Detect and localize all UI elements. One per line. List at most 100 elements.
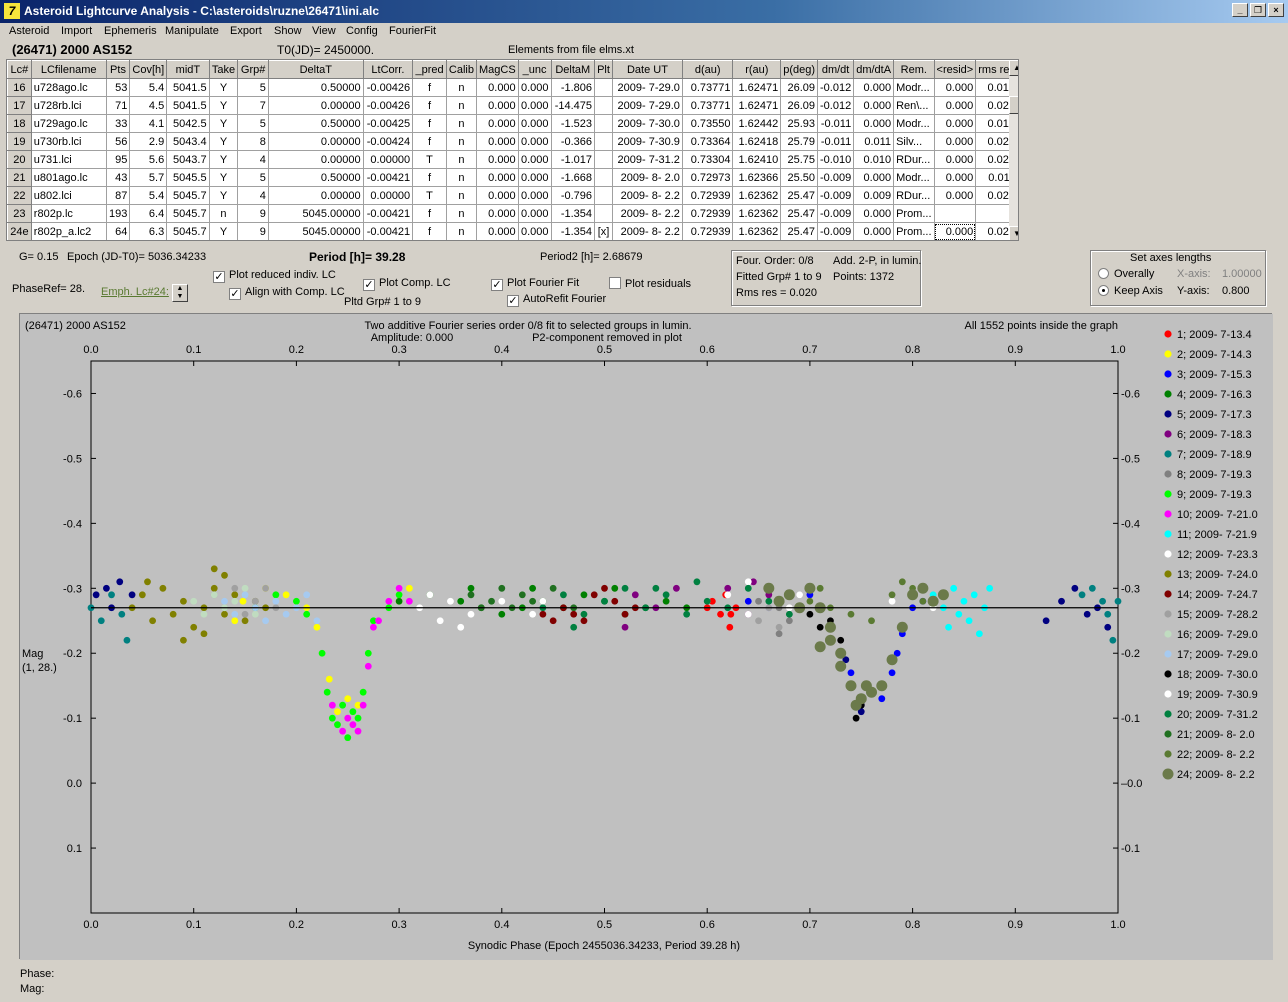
table-cell[interactable]: 26.09 — [780, 96, 818, 115]
table-cell[interactable]: 1.62362 — [732, 222, 782, 240]
table-cell[interactable]: 0.000 — [517, 168, 552, 187]
table-cell[interactable]: 18 — [7, 114, 32, 133]
table-cell[interactable]: 4 — [237, 186, 269, 205]
table-cell[interactable]: u728ago.lc — [30, 78, 107, 97]
table-cell[interactable]: 5041.5 — [166, 96, 210, 115]
table-cell[interactable]: 0.000 — [475, 186, 519, 205]
table-cell[interactable]: 2009- 7-30.9 — [611, 132, 683, 151]
table-cell[interactable]: 0.000 — [933, 96, 977, 115]
table-cell[interactable]: 0.000 — [933, 114, 977, 133]
table-cell[interactable] — [594, 186, 613, 205]
table-cell[interactable]: 0.50000 — [267, 114, 364, 133]
table-cell[interactable] — [594, 78, 613, 97]
table-cell[interactable]: 5.6 — [129, 150, 168, 169]
table-cell[interactable]: -0.00425 — [362, 114, 414, 133]
column-header[interactable]: DeltaT — [267, 60, 364, 79]
table-cell[interactable]: -0.00421 — [362, 168, 414, 187]
table-cell[interactable]: 19 — [7, 132, 32, 151]
table-cell[interactable]: 2009- 7-31.2 — [611, 150, 683, 169]
table-cell[interactable]: n — [445, 150, 477, 169]
table-cell[interactable]: 0.00000 — [362, 186, 414, 205]
table-cell[interactable]: 0.000 — [853, 204, 895, 223]
table-cell[interactable]: f — [412, 96, 447, 115]
table-cell[interactable]: -0.00426 — [362, 96, 414, 115]
emph-lc-spinner[interactable]: ▲ ▼ — [172, 284, 188, 302]
table-cell[interactable]: 1.62471 — [732, 78, 782, 97]
table-cell[interactable]: 0.73771 — [681, 78, 734, 97]
table-cell[interactable]: 25.47 — [780, 186, 818, 205]
column-header[interactable]: DeltaM — [550, 60, 596, 79]
table-cell[interactable]: 0.011 — [853, 132, 895, 151]
table-cell[interactable]: 6.3 — [129, 222, 168, 240]
table-cell[interactable]: Y — [208, 132, 239, 151]
table-cell[interactable]: 25.50 — [780, 168, 818, 187]
plotted-groups[interactable]: Pltd Grp# 1 to 9 — [344, 296, 421, 308]
table-cell[interactable]: 21 — [7, 168, 32, 187]
table-cell[interactable]: 2.9 — [129, 132, 168, 151]
table-cell[interactable]: 0.000 — [517, 78, 552, 97]
table-cell[interactable]: 2009- 7-29.0 — [611, 78, 683, 97]
table-cell[interactable]: -0.011 — [816, 114, 855, 133]
table-cell[interactable]: n — [208, 204, 239, 223]
minimize-button[interactable]: _ — [1232, 3, 1248, 17]
menu-ephemeris[interactable]: Ephemeris — [104, 25, 157, 37]
column-header[interactable]: Plt — [594, 60, 613, 79]
column-header[interactable]: Calib — [445, 60, 477, 79]
table-cell[interactable]: 0.000 — [475, 78, 519, 97]
table-cell[interactable]: 64 — [105, 222, 131, 240]
table-cell[interactable]: T — [412, 150, 447, 169]
table-cell[interactable]: -0.012 — [816, 96, 855, 115]
table-cell[interactable]: -0.00426 — [362, 78, 414, 97]
table-cell[interactable]: [x] — [594, 222, 613, 240]
lightcurve-plot[interactable]: (26471) 2000 AS152 Two additive Fourier … — [20, 314, 1273, 960]
table-cell[interactable]: 5041.5 — [166, 78, 210, 97]
table-cell[interactable]: Prom... — [893, 204, 935, 223]
table-cell[interactable]: 17 — [7, 96, 32, 115]
table-cell[interactable]: 2009- 8- 2.2 — [611, 204, 683, 223]
table-cell[interactable]: n — [445, 78, 477, 97]
table-cell[interactable]: 5043.4 — [166, 132, 210, 151]
table-cell[interactable]: 0.72939 — [681, 204, 734, 223]
table-cell[interactable]: f — [412, 204, 447, 223]
table-cell[interactable]: RDur... — [893, 150, 935, 169]
table-cell[interactable]: Ren\... — [893, 96, 935, 115]
table-cell[interactable]: 0.000 — [475, 132, 519, 151]
menu-asteroid[interactable]: Asteroid — [9, 25, 49, 37]
table-cell[interactable]: -0.009 — [816, 204, 855, 223]
checkbox-icon[interactable]: ✓ — [229, 288, 241, 300]
column-header[interactable]: Rem. — [893, 60, 935, 79]
table-cell[interactable]: 0.000 — [853, 222, 895, 240]
plot-reduced-checkbox[interactable]: ✓ Plot reduced indiv. LC — [213, 269, 336, 283]
table-cell[interactable]: 2009- 8- 2.0 — [611, 168, 683, 187]
menu-config[interactable]: Config — [346, 25, 378, 37]
table-cell[interactable]: 9 — [237, 204, 269, 223]
table-row[interactable]: 21 u801ago.lc 43 5.7 5045.5 Y 5 0.50000 -0.00421… — [7, 168, 1018, 187]
table-cell[interactable]: 7 — [237, 96, 269, 115]
table-cell[interactable]: 0.000 — [933, 186, 977, 205]
table-cell[interactable]: 33 — [105, 114, 131, 133]
column-header[interactable]: Take — [208, 60, 239, 79]
phase-ref[interactable]: PhaseRef= 28. — [12, 283, 85, 295]
table-row[interactable]: 22 u802.lci 87 5.4 5045.7 Y 4 0.00000 0.00000 Tn 0… — [7, 186, 1018, 205]
checkbox-icon[interactable]: ✓ — [213, 271, 225, 283]
table-cell[interactable]: f — [412, 114, 447, 133]
table-row[interactable]: 19 u730rb.lci 56 2.9 5043.4 Y 8 0.00000 -0.00424… — [7, 132, 1018, 151]
table-cell[interactable]: n — [445, 222, 477, 240]
table-cell[interactable]: 0.00000 — [267, 150, 364, 169]
table-cell[interactable]: 25.47 — [780, 222, 818, 240]
column-header[interactable]: dm/dtA — [853, 60, 895, 79]
table-cell[interactable]: -0.009 — [816, 222, 855, 240]
column-header[interactable]: r(au) — [732, 60, 782, 79]
table-row[interactable]: 20 u731.lci 95 5.6 5043.7 Y 4 0.00000 0.00000 Tn 0… — [7, 150, 1018, 169]
table-cell[interactable]: 0.000 — [853, 78, 895, 97]
checkbox-icon[interactable]: ✓ — [491, 279, 503, 291]
table-cell[interactable]: 5045.5 — [166, 168, 210, 187]
table-cell[interactable]: u729ago.lc — [30, 114, 107, 133]
table-cell[interactable]: 1.62410 — [732, 150, 782, 169]
table-cell[interactable]: 2009- 8- 2.2 — [611, 186, 683, 205]
table-cell[interactable]: -1.523 — [550, 114, 596, 133]
table-cell[interactable]: Y — [208, 186, 239, 205]
y-axis-value[interactable]: 0.800 — [1222, 285, 1250, 297]
table-cell[interactable]: 23 — [7, 204, 32, 223]
table-cell[interactable]: 0.73771 — [681, 96, 734, 115]
